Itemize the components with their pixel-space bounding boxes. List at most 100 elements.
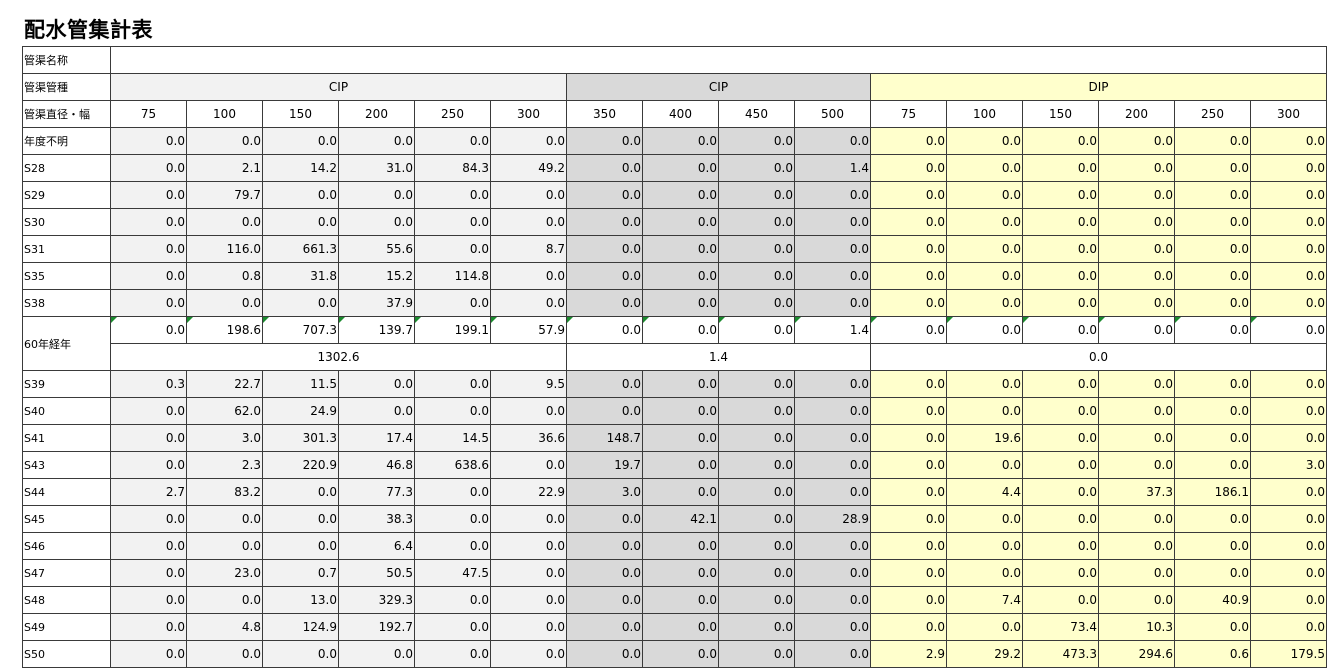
data-cell[interactable]: 0.0	[566, 370, 643, 398]
data-cell[interactable]: 0.0	[262, 289, 339, 317]
data-cell[interactable]: 22.7	[186, 370, 263, 398]
data-cell[interactable]: 6.4	[338, 532, 415, 560]
data-cell[interactable]: 192.7	[338, 613, 415, 641]
data-cell[interactable]: 9.5	[490, 370, 567, 398]
data-cell[interactable]: 638.6	[414, 451, 491, 479]
data-cell[interactable]: 0.0	[1250, 370, 1327, 398]
data-cell[interactable]: 0.0	[566, 559, 643, 587]
data-cell[interactable]: 0.0	[1098, 127, 1175, 155]
data-cell[interactable]: 0.0	[794, 262, 871, 290]
data-cell[interactable]: 0.0	[946, 370, 1023, 398]
data-cell[interactable]: 0.0	[794, 586, 871, 614]
data-cell[interactable]: 0.0	[566, 397, 643, 425]
data-cell[interactable]: 0.0	[1174, 262, 1251, 290]
data-cell[interactable]: 148.7	[566, 424, 643, 452]
data-cell[interactable]: 4.8	[186, 613, 263, 641]
data-cell[interactable]: 0.0	[110, 505, 187, 533]
data-cell[interactable]: 3.0	[186, 424, 263, 452]
data-cell[interactable]: 49.2	[490, 154, 567, 182]
data-cell[interactable]: 8.7	[490, 235, 567, 263]
data-cell[interactable]: 13.0	[262, 586, 339, 614]
data-cell[interactable]: 0.0	[110, 181, 187, 209]
subtotal-cell[interactable]: 0.0	[566, 316, 643, 344]
data-cell[interactable]: 0.0	[1098, 586, 1175, 614]
data-cell[interactable]: 0.0	[642, 289, 719, 317]
data-cell[interactable]: 83.2	[186, 478, 263, 506]
data-cell[interactable]: 0.0	[1098, 262, 1175, 290]
subtotal-cell[interactable]: 57.9	[490, 316, 567, 344]
data-cell[interactable]: 0.0	[1098, 208, 1175, 236]
data-cell[interactable]: 0.0	[870, 262, 947, 290]
data-cell[interactable]: 0.0	[566, 154, 643, 182]
data-cell[interactable]: 10.3	[1098, 613, 1175, 641]
data-cell[interactable]: 15.2	[338, 262, 415, 290]
data-cell[interactable]: 36.6	[490, 424, 567, 452]
data-cell[interactable]: 2.1	[186, 154, 263, 182]
data-cell[interactable]: 0.0	[1098, 559, 1175, 587]
data-cell[interactable]: 0.0	[1098, 532, 1175, 560]
data-cell[interactable]: 47.5	[414, 559, 491, 587]
data-cell[interactable]: 0.0	[490, 289, 567, 317]
data-cell[interactable]: 0.0	[262, 181, 339, 209]
data-cell[interactable]: 62.0	[186, 397, 263, 425]
data-cell[interactable]: 0.0	[946, 181, 1023, 209]
data-cell[interactable]: 29.2	[946, 640, 1023, 668]
data-cell[interactable]: 0.0	[338, 127, 415, 155]
data-cell[interactable]: 0.0	[262, 127, 339, 155]
data-cell[interactable]: 0.0	[1250, 181, 1327, 209]
data-cell[interactable]: 0.0	[794, 289, 871, 317]
data-cell[interactable]: 3.0	[1250, 451, 1327, 479]
data-cell[interactable]: 0.0	[718, 370, 795, 398]
data-cell[interactable]: 0.0	[1022, 451, 1099, 479]
data-cell[interactable]: 50.5	[338, 559, 415, 587]
data-cell[interactable]: 31.0	[338, 154, 415, 182]
data-cell[interactable]: 0.0	[414, 370, 491, 398]
data-cell[interactable]: 0.0	[1022, 262, 1099, 290]
data-cell[interactable]: 0.0	[870, 127, 947, 155]
data-cell[interactable]: 0.0	[718, 154, 795, 182]
data-cell[interactable]: 0.0	[338, 640, 415, 668]
data-cell[interactable]: 0.0	[642, 397, 719, 425]
data-cell[interactable]: 0.0	[490, 532, 567, 560]
data-cell[interactable]: 0.0	[1022, 154, 1099, 182]
data-cell[interactable]: 77.3	[338, 478, 415, 506]
data-cell[interactable]: 0.0	[794, 451, 871, 479]
data-cell[interactable]: 0.0	[566, 181, 643, 209]
data-cell[interactable]: 0.0	[718, 127, 795, 155]
data-cell[interactable]: 2.7	[110, 478, 187, 506]
data-cell[interactable]: 38.3	[338, 505, 415, 533]
data-cell[interactable]: 0.0	[566, 505, 643, 533]
data-cell[interactable]: 0.0	[642, 181, 719, 209]
data-cell[interactable]: 0.0	[110, 451, 187, 479]
data-cell[interactable]: 0.0	[870, 289, 947, 317]
data-cell[interactable]: 0.0	[566, 127, 643, 155]
data-cell[interactable]: 0.0	[1250, 262, 1327, 290]
data-cell[interactable]: 0.0	[718, 505, 795, 533]
data-cell[interactable]: 0.0	[946, 235, 1023, 263]
data-cell[interactable]: 0.0	[718, 235, 795, 263]
data-cell[interactable]: 7.4	[946, 586, 1023, 614]
data-cell[interactable]: 0.0	[1250, 586, 1327, 614]
subtotal-cell[interactable]: 0.0	[1098, 316, 1175, 344]
data-cell[interactable]: 0.0	[870, 397, 947, 425]
data-cell[interactable]: 0.0	[870, 424, 947, 452]
subtotal-cell[interactable]: 199.1	[414, 316, 491, 344]
data-cell[interactable]: 0.0	[1174, 370, 1251, 398]
data-cell[interactable]: 0.0	[1250, 208, 1327, 236]
data-cell[interactable]: 0.0	[642, 451, 719, 479]
data-cell[interactable]: 0.0	[946, 505, 1023, 533]
data-cell[interactable]: 0.0	[1250, 397, 1327, 425]
data-cell[interactable]: 0.0	[110, 262, 187, 290]
data-cell[interactable]: 0.0	[946, 559, 1023, 587]
data-cell[interactable]: 14.5	[414, 424, 491, 452]
data-cell[interactable]: 0.0	[718, 451, 795, 479]
data-cell[interactable]: 0.0	[870, 208, 947, 236]
data-cell[interactable]: 0.0	[1022, 397, 1099, 425]
subtotal-cell[interactable]: 1.4	[794, 316, 871, 344]
data-cell[interactable]: 0.0	[1022, 127, 1099, 155]
data-cell[interactable]: 3.0	[566, 478, 643, 506]
data-cell[interactable]: 0.0	[262, 640, 339, 668]
data-cell[interactable]: 0.0	[1174, 397, 1251, 425]
data-cell[interactable]: 0.0	[1098, 424, 1175, 452]
data-cell[interactable]: 0.0	[1174, 505, 1251, 533]
